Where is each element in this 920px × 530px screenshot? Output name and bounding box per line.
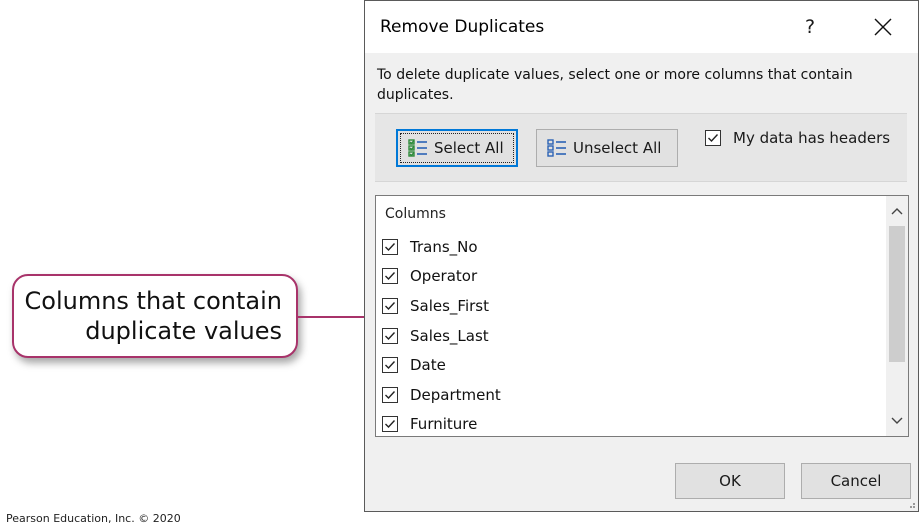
chevron-up-icon xyxy=(891,208,903,215)
close-icon xyxy=(874,18,892,36)
column-item-trans-no[interactable]: Trans_No xyxy=(382,232,501,262)
help-button[interactable]: ? xyxy=(795,11,825,43)
checkmark-icon xyxy=(385,390,396,399)
focus-ring xyxy=(400,133,514,163)
checkmark-icon xyxy=(385,420,396,429)
columns-header: Columns xyxy=(385,206,446,222)
column-checkbox[interactable] xyxy=(382,386,398,403)
chevron-down-icon xyxy=(891,417,903,424)
column-item-sales-last[interactable]: Sales_Last xyxy=(382,321,501,351)
dialog-title: Remove Duplicates xyxy=(380,17,545,37)
checkmark-icon xyxy=(385,272,396,281)
column-checkbox[interactable] xyxy=(382,357,398,374)
column-label: Furniture xyxy=(410,415,478,434)
column-label: Date xyxy=(410,356,446,375)
selection-toolbar: Select All Unselect All My data has head… xyxy=(375,113,907,182)
ok-button[interactable]: OK xyxy=(675,463,785,499)
callout-box: Columns that contain duplicate values xyxy=(12,274,298,358)
checkmark-icon xyxy=(385,302,396,310)
checkmark-icon xyxy=(385,331,396,340)
column-checkbox[interactable] xyxy=(382,297,398,314)
remove-duplicates-dialog: Remove Duplicates ? To delete duplicate … xyxy=(364,0,919,512)
columns-listbox[interactable]: Columns Trans_No Operator Sales_First Sa… xyxy=(375,195,909,437)
scroll-thumb[interactable] xyxy=(889,226,905,362)
scroll-down-button[interactable] xyxy=(886,410,908,432)
column-label: Sales_First xyxy=(410,296,489,315)
instructions-text: To delete duplicate values, select one o… xyxy=(377,67,853,103)
column-label: Trans_No xyxy=(410,237,478,256)
close-button[interactable] xyxy=(867,11,899,43)
column-label: Department xyxy=(410,385,501,404)
cancel-label: Cancel xyxy=(830,472,882,490)
scroll-up-button[interactable] xyxy=(886,200,908,222)
column-item-sales-first[interactable]: Sales_First xyxy=(382,291,501,321)
callout-text-line1: Columns that contain xyxy=(24,287,283,315)
column-checkbox[interactable] xyxy=(382,238,398,255)
callout-text-line2: duplicate values xyxy=(85,317,282,345)
checkmark-icon xyxy=(385,242,396,251)
checkbox-box[interactable] xyxy=(705,130,721,146)
unselect-all-label: Unselect All xyxy=(573,139,662,157)
ok-label: OK xyxy=(719,472,741,490)
copyright-credit: Pearson Education, Inc. © 2020 xyxy=(6,512,181,525)
column-item-operator[interactable]: Operator xyxy=(382,262,501,292)
column-label: Operator xyxy=(410,267,478,286)
column-label: Sales_Last xyxy=(410,326,489,345)
column-item-date[interactable]: Date xyxy=(382,350,501,380)
column-checkbox[interactable] xyxy=(382,327,398,344)
unselect-all-button[interactable]: Unselect All xyxy=(536,129,678,167)
resize-grip-icon[interactable] xyxy=(906,499,916,509)
dialog-titlebar: Remove Duplicates ? xyxy=(365,1,918,53)
vertical-scrollbar[interactable] xyxy=(886,196,908,436)
select-all-button[interactable]: Select All xyxy=(396,129,518,167)
column-checkbox[interactable] xyxy=(382,416,398,433)
column-item-department[interactable]: Department xyxy=(382,380,501,410)
column-checkbox[interactable] xyxy=(382,268,398,285)
columns-list: Trans_No Operator Sales_First Sales_Last… xyxy=(382,232,501,436)
my-data-has-headers-checkbox[interactable]: My data has headers xyxy=(705,129,890,147)
checkmark-icon xyxy=(385,361,396,370)
column-item-furniture[interactable]: Furniture xyxy=(382,410,501,436)
cancel-button[interactable]: Cancel xyxy=(801,463,911,499)
my-data-has-headers-label: My data has headers xyxy=(733,129,891,147)
checkmark-icon xyxy=(708,134,719,143)
unselect-all-icon xyxy=(547,139,566,157)
